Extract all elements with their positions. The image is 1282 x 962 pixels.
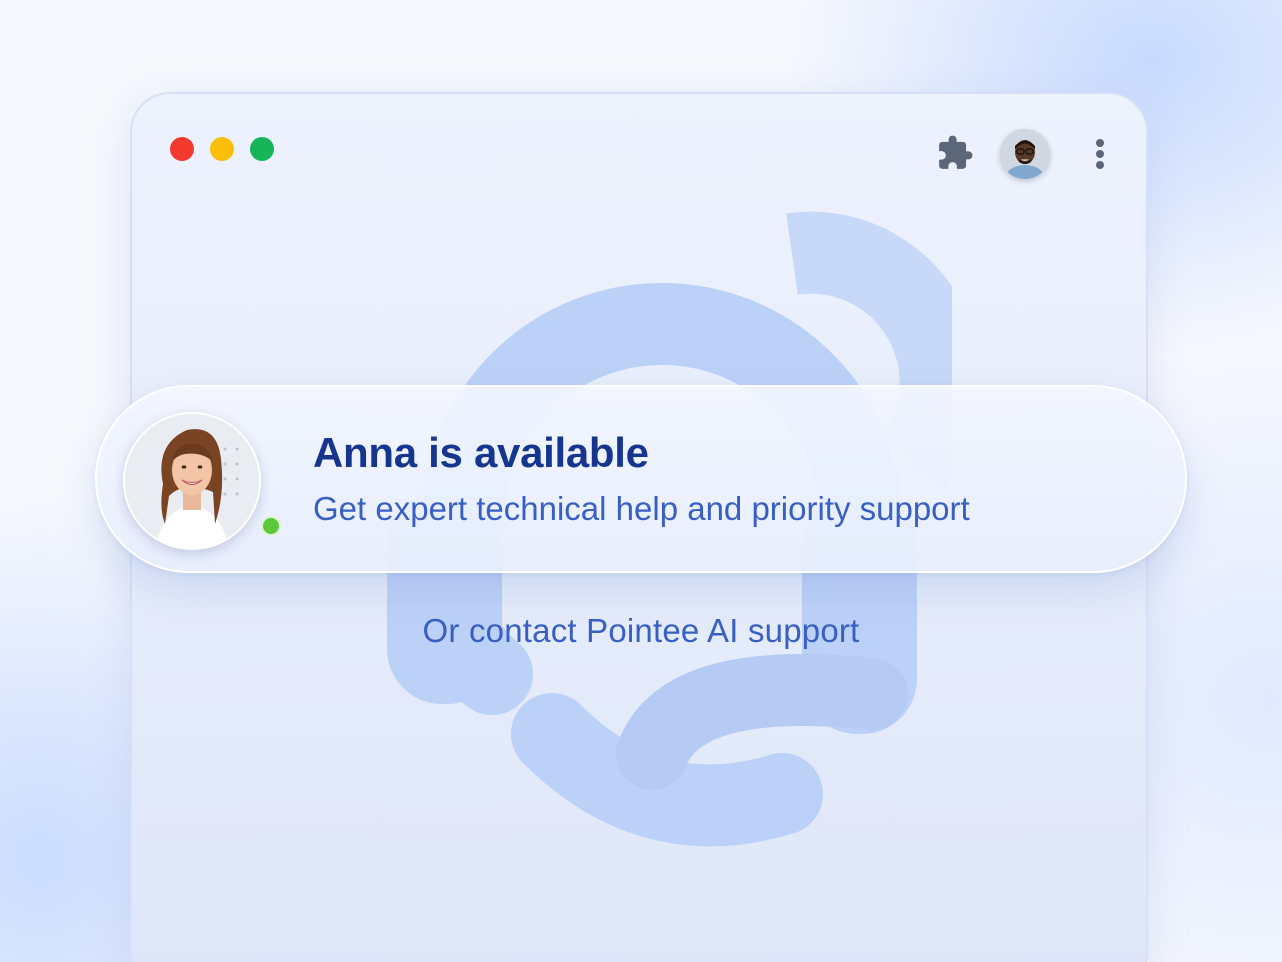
- profile-avatar[interactable]: [1000, 129, 1050, 179]
- agent-avatar-container: [123, 412, 281, 550]
- agent-title: Anna is available: [313, 429, 649, 476]
- contact-ai-support-link[interactable]: Or contact Pointee AI support: [132, 612, 1146, 650]
- close-window-button[interactable]: [170, 137, 194, 161]
- outer-card: Or contact Pointee AI support Anna is av…: [0, 0, 1282, 962]
- kebab-menu-icon[interactable]: [1090, 136, 1110, 172]
- minimize-window-button[interactable]: [210, 137, 234, 161]
- agent-subtitle: Get expert technical help and priority s…: [313, 490, 970, 527]
- online-status-indicator: [261, 516, 281, 536]
- agent-availability-card[interactable]: Anna is available Get expert technical h…: [95, 385, 1187, 573]
- agent-photo-icon: [125, 414, 259, 548]
- user-avatar-icon: [1000, 129, 1050, 179]
- maximize-window-button[interactable]: [250, 137, 274, 161]
- agent-avatar: [123, 412, 261, 550]
- puzzle-icon[interactable]: [936, 134, 974, 172]
